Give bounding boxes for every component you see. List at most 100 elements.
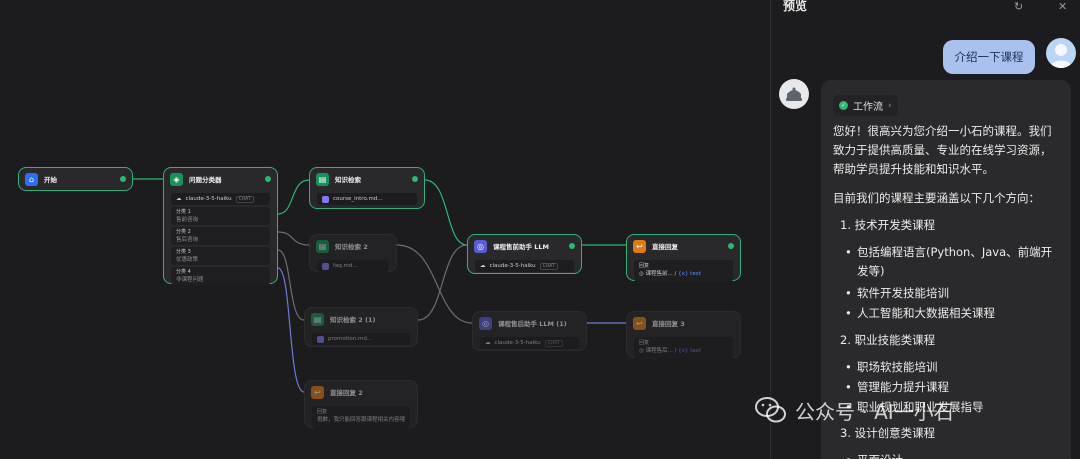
node-knowledge-retrieval-2[interactable]: ▤ 知识检索 2 faq.md...: [309, 234, 397, 272]
node-knowledge-retrieval[interactable]: ▤ 知识检索 course_intro.md...: [309, 167, 425, 209]
node-direct-reply-2[interactable]: ↩ 直接回复 2 回复 抱歉，我只能回答跟课程相关内容哦！: [304, 380, 418, 428]
list-item: 包括编程语言(Python、Java、前端开发等): [833, 243, 1059, 281]
ref-var: {x} text: [678, 348, 702, 354]
class-label: 分类 4: [176, 269, 191, 275]
node-title: 课程售后助手 LLM (1): [498, 320, 567, 328]
success-dot: [412, 176, 418, 182]
node-title: 知识检索 2: [335, 243, 368, 251]
user-message: 介绍一下课程: [943, 40, 1035, 74]
llm-icon: ◎: [474, 239, 487, 253]
class-item[interactable]: 分类 3 优惠政策: [171, 247, 270, 265]
model-selector[interactable]: ☁ claude-3-5-haiku CHAT: [480, 337, 579, 349]
list-item: 管理能力提升课程: [833, 378, 1059, 397]
bot-avatar: [779, 79, 809, 109]
node-title: 直接回复 3: [652, 320, 685, 328]
edge-class2-kr2: [277, 231, 310, 246]
class-label: 分类 2: [176, 229, 191, 235]
model-icon: ☁: [480, 263, 486, 269]
reply-ref: ◎ 课程售前... / {x} text: [639, 271, 702, 277]
node-presales-llm[interactable]: ◎ 课程售前助手 LLM ☁ claude-3-5-haiku CHAT: [467, 234, 582, 274]
model-selector[interactable]: ☁ claude-3-5-haiku CHAT: [171, 193, 270, 205]
dataset-item[interactable]: faq.md...: [317, 260, 389, 272]
close-icon[interactable]: ✕: [1058, 0, 1067, 14]
edge-kr1-llm1: [424, 179, 468, 246]
reply-label: 回复: [639, 263, 650, 269]
model-mode: CHAT: [539, 262, 558, 270]
reply-label: 回复: [317, 409, 328, 415]
class-text: 售前咨询: [176, 217, 199, 223]
ref-node: 课程售前...: [645, 271, 673, 277]
restart-icon[interactable]: ↻: [1014, 0, 1023, 14]
variable-icon: ◎: [639, 271, 644, 277]
intro-text: 您好！很高兴为您介绍一小石的课程。我们致力于提供高质量、专业的在线学习资源，帮助…: [833, 124, 1052, 176]
reply-ref: ◎ 课程售后... / {x} text: [639, 348, 702, 354]
ref-node: 课程售后...: [645, 348, 673, 354]
file-icon: [317, 335, 324, 343]
class-item[interactable]: 分类 1 售前咨询: [171, 207, 270, 225]
workflow-canvas[interactable]: ⌂ 开始 ◈ 问题分类器 ☁ claude-3-5-haiku CHAT 分类 …: [0, 0, 770, 459]
model-selector[interactable]: ☁ claude-3-5-haiku CHAT: [475, 260, 574, 272]
model-icon: ☁: [176, 196, 182, 202]
success-dot: [728, 243, 734, 249]
list-item: 人工智能和大数据相关课程: [833, 304, 1059, 323]
file-icon: [322, 195, 329, 203]
list-item: 平面设计: [833, 451, 1059, 459]
panel-title: 预览: [783, 0, 808, 13]
workflow-label: 工作流: [853, 102, 883, 113]
reply-text: 抱歉，我只能回答跟课程相关内容哦！: [317, 417, 405, 423]
file-icon: [322, 262, 329, 270]
reply-content[interactable]: 回复 ◎ 课程售前... / {x} text: [634, 260, 733, 282]
model-mode: CHAT: [235, 195, 254, 203]
preview-panel: 预览 ↻ ✕ 介绍一下课程 ✓ 工作流 › 您好！很高兴为您介绍一小石的课程。我…: [771, 0, 1080, 459]
class-label: 分类 3: [176, 249, 191, 255]
node-title: 开始: [44, 176, 57, 184]
reply-label: 回复: [639, 340, 650, 346]
list-item: 软件开发技能培训: [833, 284, 1059, 303]
model-icon: ☁: [485, 340, 491, 346]
dataset-item[interactable]: course_intro.md...: [317, 193, 417, 205]
class-label: 分类 1: [176, 209, 191, 215]
node-knowledge-retrieval-2-1[interactable]: ▤ 知识检索 2 (1) promotion.md...: [304, 307, 418, 347]
success-dot: [120, 176, 126, 182]
classifier-icon: ◈: [170, 172, 183, 186]
class-text: 优惠政策: [176, 257, 199, 263]
llm-icon: ◎: [479, 316, 492, 330]
home-icon: ⌂: [25, 172, 38, 186]
workflow-chip[interactable]: ✓ 工作流 ›: [833, 95, 898, 116]
edge-class1-kr1: [277, 179, 310, 215]
dataset-name: promotion.md...: [328, 336, 373, 342]
model-mode: CHAT: [544, 339, 563, 347]
workflow-app: ⌂ 开始 ◈ 问题分类器 ☁ claude-3-5-haiku CHAT 分类 …: [0, 0, 1080, 459]
node-title: 问题分类器: [189, 176, 222, 184]
model-name: claude-3-5-haiku: [494, 340, 541, 346]
user-avatar: [1046, 38, 1076, 68]
reply-content[interactable]: 回复 抱歉，我只能回答跟课程相关内容哦！: [312, 406, 410, 428]
edge-kr3-llm1: [417, 244, 468, 321]
knowledge-icon: ▤: [311, 312, 324, 326]
node-direct-reply[interactable]: ↩ 直接回复 回复 ◎ 课程售前... / {x} text: [626, 234, 741, 282]
knowledge-icon: ▤: [316, 172, 329, 186]
dataset-name: course_intro.md...: [333, 196, 383, 202]
class-item[interactable]: 分类 2 售后咨询: [171, 227, 270, 245]
reply-icon: ↩: [633, 316, 646, 330]
node-title: 知识检索: [335, 176, 361, 184]
node-direct-reply-3[interactable]: ↩ 直接回复 3 回复 ◎ 课程售后... / {x} text: [626, 311, 741, 359]
node-start[interactable]: ⌂ 开始: [18, 167, 133, 191]
class-item[interactable]: 分类 4 非课程问题: [171, 267, 270, 285]
node-title: 直接回复 2: [330, 389, 363, 397]
variable-icon: ◎: [639, 348, 644, 354]
class-text: 售后咨询: [176, 237, 199, 243]
node-title: 课程售前助手 LLM: [493, 243, 550, 251]
reply-content[interactable]: 回复 ◎ 课程售后... / {x} text: [634, 337, 733, 359]
reply-icon: ↩: [633, 239, 646, 253]
check-icon: ✓: [839, 101, 848, 110]
chevron-right-icon: ›: [888, 100, 892, 111]
node-question-classifier[interactable]: ◈ 问题分类器 ☁ claude-3-5-haiku CHAT 分类 1 售前咨…: [163, 167, 278, 285]
success-dot: [569, 243, 575, 249]
dataset-name: faq.md...: [333, 263, 358, 269]
list-item: 职业规划和职业发展指导: [833, 398, 1059, 417]
node-aftersales-llm[interactable]: ◎ 课程售后助手 LLM (1) ☁ claude-3-5-haiku CHAT: [472, 311, 587, 351]
edge-class3-kr3: [277, 249, 305, 321]
bot-message: ✓ 工作流 › 您好！很高兴为您介绍一小石的课程。我们致力于提供高质量、专业的在…: [821, 80, 1071, 459]
dataset-item[interactable]: promotion.md...: [312, 333, 410, 345]
